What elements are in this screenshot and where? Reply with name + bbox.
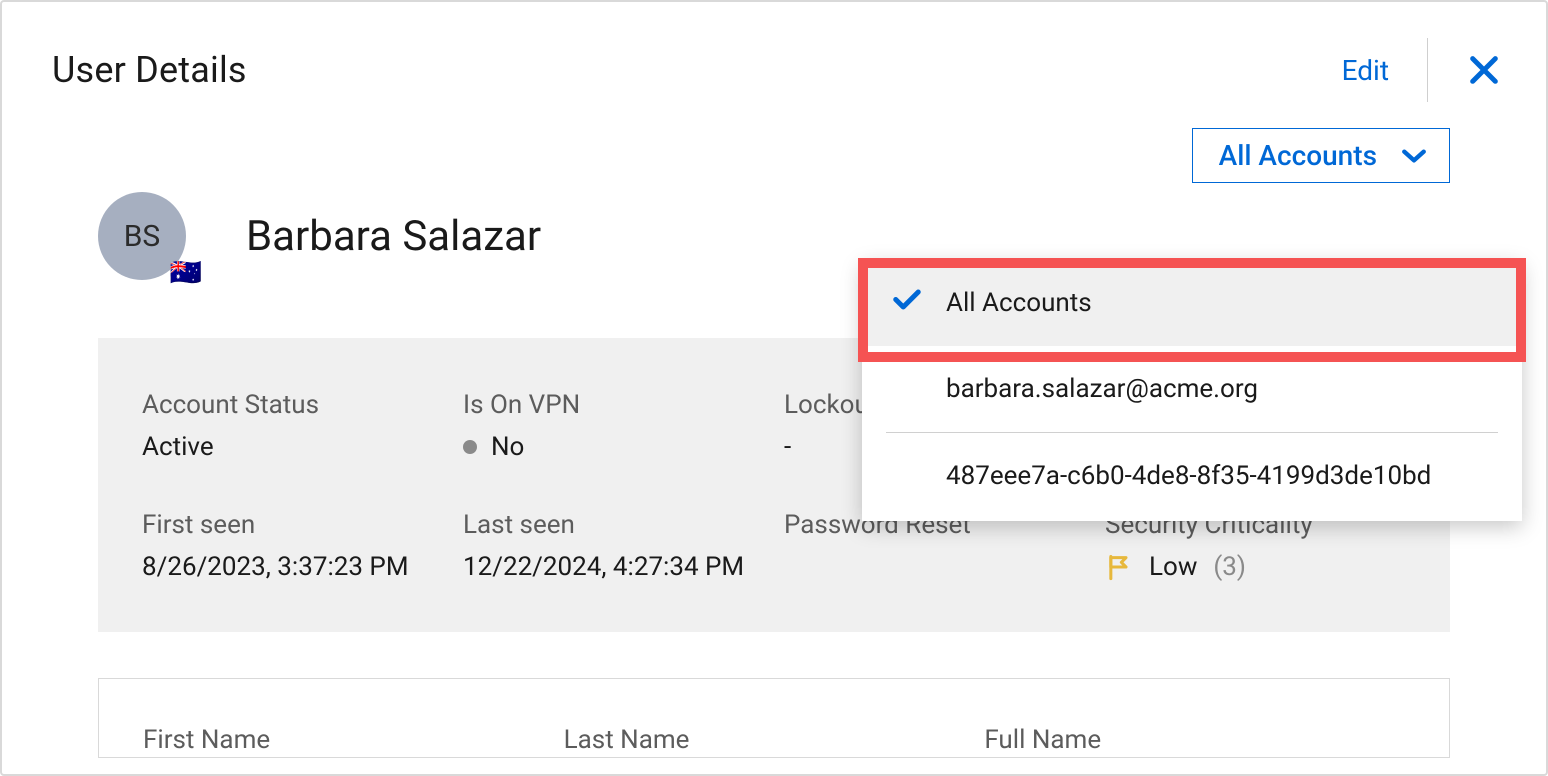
avatar-wrap: BS 🇦🇺 xyxy=(98,192,186,280)
country-flag-icon: 🇦🇺 xyxy=(170,260,202,286)
accounts-dropdown-menu: All Accounts barbara.salazar@acme.org 48… xyxy=(862,260,1522,521)
vpn-value-text: No xyxy=(491,432,524,462)
header-actions: Edit xyxy=(1342,38,1502,102)
flag-icon xyxy=(1105,553,1133,581)
accounts-dropdown-label: All Accounts xyxy=(1219,139,1377,172)
security-count: (3) xyxy=(1213,552,1246,582)
panel-header: User Details Edit xyxy=(2,2,1546,132)
first-name-label: First Name xyxy=(143,725,564,757)
field-label: Account Status xyxy=(142,390,443,420)
avatar-initials: BS xyxy=(124,219,161,254)
header-divider xyxy=(1427,38,1428,102)
field-value: 12/22/2024, 4:27:34 PM xyxy=(463,552,764,582)
field-label: Is On VPN xyxy=(463,390,764,420)
status-dot-icon xyxy=(463,440,477,454)
field-value: Active xyxy=(142,432,443,462)
accounts-dropdown-button[interactable]: All Accounts xyxy=(1192,128,1450,183)
field-value: Low (3) xyxy=(1105,552,1406,582)
close-button[interactable] xyxy=(1466,52,1502,88)
dropdown-item-all-accounts[interactable]: All Accounts xyxy=(862,260,1522,346)
security-level: Low xyxy=(1149,552,1197,582)
field-label: Last seen xyxy=(463,510,764,540)
field-is-on-vpn: Is On VPN No xyxy=(463,390,764,462)
field-account-status: Account Status Active xyxy=(142,390,443,462)
name-fields-card: First Name Last Name Full Name xyxy=(98,678,1450,758)
field-value: 8/26/2023, 3:37:23 PM xyxy=(142,552,443,582)
field-label: First seen xyxy=(142,510,443,540)
user-full-name: Barbara Salazar xyxy=(246,212,541,261)
page-title: User Details xyxy=(52,49,247,91)
close-icon xyxy=(1467,53,1501,87)
dropdown-item-label: 487eee7a-c6b0-4de8-8f35-4199d3de10bd xyxy=(946,461,1431,491)
edit-button[interactable]: Edit xyxy=(1342,54,1389,87)
dropdown-item-label: All Accounts xyxy=(946,288,1092,318)
field-first-seen: First seen 8/26/2023, 3:37:23 PM xyxy=(142,510,443,582)
last-name-label: Last Name xyxy=(564,725,985,757)
dropdown-item-label: barbara.salazar@acme.org xyxy=(946,374,1258,404)
dropdown-item-email[interactable]: barbara.salazar@acme.org xyxy=(862,346,1522,432)
full-name-label: Full Name xyxy=(984,725,1405,757)
field-value: No xyxy=(463,432,764,462)
dropdown-item-guid[interactable]: 487eee7a-c6b0-4de8-8f35-4199d3de10bd xyxy=(862,433,1522,519)
user-details-panel: User Details Edit All Accounts BS 🇦🇺 Bar… xyxy=(0,0,1548,776)
chevron-down-icon xyxy=(1401,147,1427,165)
check-icon xyxy=(892,288,922,319)
field-last-seen: Last seen 12/22/2024, 4:27:34 PM xyxy=(463,510,764,582)
